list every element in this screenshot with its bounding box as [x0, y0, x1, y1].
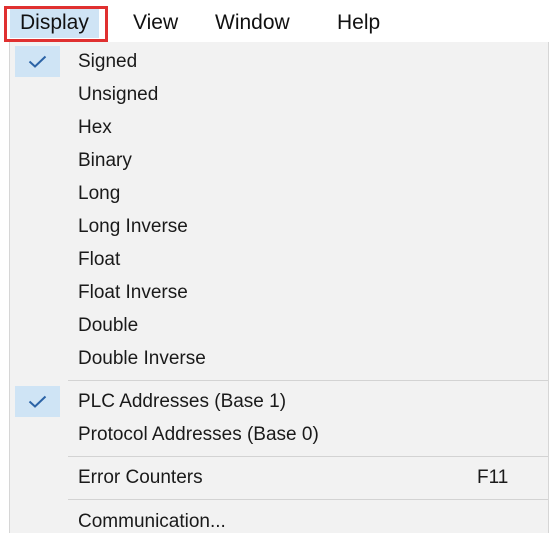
menu-help[interactable]: Help [327, 8, 390, 38]
menu-item-long-inverse[interactable]: Long Inverse [10, 210, 548, 243]
menu-item-label: Communication... [78, 511, 226, 532]
menu-separator [68, 499, 548, 500]
menu-separator [68, 380, 548, 381]
menu-item-label: Long [78, 183, 121, 204]
annotation-highlight-box [4, 6, 108, 42]
menu-bar: Display View Window Help [0, 0, 551, 42]
checkmark-icon [28, 55, 47, 68]
menu-window[interactable]: Window [205, 8, 300, 38]
menu-item-protocol-addresses[interactable]: Protocol Addresses (Base 0) [10, 418, 548, 451]
menu-item-signed[interactable]: Signed [10, 45, 548, 78]
menu-item-binary[interactable]: Binary [10, 144, 548, 177]
display-dropdown-menu: Signed Unsigned Hex Binary Long Long Inv… [9, 42, 549, 533]
menu-item-plc-addresses[interactable]: PLC Addresses (Base 1) [10, 385, 548, 418]
menu-item-long[interactable]: Long [10, 177, 548, 210]
menu-item-float-inverse[interactable]: Float Inverse [10, 276, 548, 309]
menu-item-float[interactable]: Float [10, 243, 548, 276]
menu-item-label: Float Inverse [78, 282, 188, 303]
menu-view[interactable]: View [123, 8, 188, 38]
menu-item-communication[interactable]: Communication... [10, 505, 548, 538]
menu-item-error-counters[interactable]: Error Counters F11 [10, 461, 548, 494]
menu-item-label: Double [78, 315, 139, 336]
menu-item-label: Error Counters [78, 467, 203, 488]
menu-item-label: Signed [78, 51, 138, 72]
menu-item-unsigned[interactable]: Unsigned [10, 78, 548, 111]
menu-item-label: PLC Addresses (Base 1) [78, 391, 287, 412]
checkmark-icon [28, 395, 47, 408]
menu-item-label: Float [78, 249, 121, 270]
menu-item-label: Protocol Addresses (Base 0) [78, 424, 319, 445]
menu-item-label: Hex [78, 117, 112, 138]
menu-separator [68, 456, 548, 457]
menu-item-label: Binary [78, 150, 132, 171]
checkmark-cell [15, 386, 60, 417]
checkmark-cell [15, 46, 60, 77]
menu-item-double[interactable]: Double [10, 309, 548, 342]
menu-item-double-inverse[interactable]: Double Inverse [10, 342, 548, 375]
menu-item-label: Double Inverse [78, 348, 206, 369]
menu-item-label: Unsigned [78, 84, 159, 105]
menu-item-hex[interactable]: Hex [10, 111, 548, 144]
menu-item-label: Long Inverse [78, 216, 188, 237]
shortcut-key: F11 [477, 467, 509, 488]
